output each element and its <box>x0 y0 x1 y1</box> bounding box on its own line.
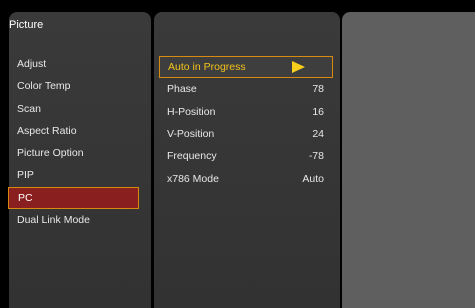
submenu-item-value: 16 <box>312 105 324 118</box>
submenu-list: Auto in Progress Phase 78 H-Position 16 … <box>159 56 333 190</box>
preview-panel <box>342 12 475 308</box>
menu-title: Picture <box>9 19 44 31</box>
submenu-item-auto[interactable]: Auto in Progress <box>159 56 333 79</box>
submenu-item-label: Frequency <box>167 150 217 163</box>
main-menu-list: Adjust Color Temp Scan Aspect Ratio Pict… <box>8 53 139 231</box>
submenu-item-label: Phase <box>167 83 197 96</box>
submenu-item-label: V-Position <box>167 128 215 141</box>
menu-item-scan[interactable]: Scan <box>8 98 139 120</box>
submenu-item-label: H-Position <box>167 105 216 118</box>
menu-item-dual-link-mode[interactable]: Dual Link Mode <box>8 209 139 231</box>
submenu-item-h-position[interactable]: H-Position 16 <box>159 101 333 123</box>
submenu-item-value: 24 <box>312 128 324 141</box>
menu-item-pip[interactable]: PIP <box>8 164 139 186</box>
submenu-item-frequency[interactable]: Frequency -78 <box>159 145 333 167</box>
menu-item-color-temp[interactable]: Color Temp <box>8 75 139 97</box>
play-arrow-icon <box>292 61 305 74</box>
submenu-item-value: Auto <box>302 172 324 185</box>
menu-item-aspect-ratio[interactable]: Aspect Ratio <box>8 120 139 142</box>
submenu-item-label: Auto in Progress <box>168 61 246 74</box>
submenu-item-label: x786 Mode <box>167 172 219 185</box>
submenu-item-v-position[interactable]: V-Position 24 <box>159 123 333 145</box>
submenu-item-phase[interactable]: Phase 78 <box>159 78 333 100</box>
submenu-item-value: -78 <box>308 150 324 163</box>
menu-item-adjust[interactable]: Adjust <box>8 53 139 75</box>
menu-item-picture-option[interactable]: Picture Option <box>8 142 139 164</box>
menu-item-pc[interactable]: PC <box>8 186 139 210</box>
submenu-item-value: 78 <box>312 83 324 96</box>
submenu-item-x786-mode[interactable]: x786 Mode Auto <box>159 167 333 189</box>
